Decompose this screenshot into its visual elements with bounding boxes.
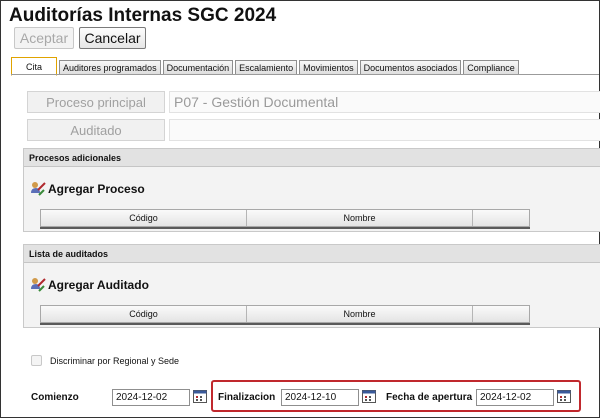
audited-grid-header: Código Nombre (40, 305, 530, 323)
audited-section: Lista de auditados Agregar Auditado Códi… (23, 244, 600, 328)
add-audited-label: Agregar Auditado (48, 278, 149, 292)
tab-documentos-asociados[interactable]: Documentos asociados (359, 60, 462, 75)
tab-auditores-programados[interactable]: Auditores programados (59, 60, 161, 75)
tab-escalamiento[interactable]: Escalamiento (235, 60, 298, 75)
cancel-button[interactable]: Cancelar (79, 27, 146, 49)
end-date-input[interactable]: 2024-12-10 (281, 389, 359, 406)
column-header-codigo[interactable]: Código (41, 306, 247, 322)
discriminate-row: Discriminar por Regional y Sede (31, 355, 179, 366)
tab-compliance[interactable]: Compliance (463, 60, 519, 75)
tab-documentacion[interactable]: Documentación (162, 60, 234, 75)
column-header-nombre[interactable]: Nombre (247, 306, 473, 322)
tab-divider (11, 74, 599, 75)
audited-section-title: Lista de auditados (24, 245, 600, 263)
tab-bar: Cita Auditores programados Documentación… (11, 57, 521, 76)
processes-grid-header: Código Nombre (40, 209, 530, 227)
add-audited-link[interactable]: Agregar Auditado (30, 277, 149, 293)
start-date-label: Comienzo (31, 392, 79, 403)
audited-field[interactable] (169, 119, 600, 141)
window: Auditorías Internas SGC 2024 Aceptar Can… (0, 0, 600, 418)
processes-section-title: Procesos adicionales (24, 149, 600, 167)
calendar-icon[interactable] (557, 389, 571, 403)
processes-grid-bottom (40, 227, 530, 229)
add-person-icon (31, 182, 46, 196)
audited-button[interactable]: Auditado (27, 119, 165, 141)
audited-grid-bottom (40, 323, 530, 325)
column-header-codigo[interactable]: Código (41, 210, 247, 226)
add-person-icon (31, 278, 46, 292)
page-title: Auditorías Internas SGC 2024 (9, 5, 277, 26)
open-date-input[interactable]: 2024-12-02 (476, 389, 554, 406)
accept-button[interactable]: Aceptar (14, 27, 74, 49)
tab-movimientos[interactable]: Movimientos (299, 60, 358, 75)
column-header-blank (473, 306, 529, 322)
add-process-label: Agregar Proceso (48, 182, 145, 196)
discriminate-checkbox[interactable] (31, 355, 42, 366)
process-main-field[interactable]: P07 - Gestión Documental (169, 91, 600, 113)
calendar-icon[interactable] (362, 389, 376, 403)
column-header-nombre[interactable]: Nombre (247, 210, 473, 226)
column-header-blank (473, 210, 529, 226)
processes-section: Procesos adicionales Agregar Proceso Cód… (23, 148, 600, 232)
end-date-label: Finalizacion (218, 392, 276, 403)
process-main-button[interactable]: Proceso principal (27, 91, 165, 113)
start-date-input[interactable]: 2024-12-02 (112, 389, 190, 406)
calendar-icon[interactable] (193, 389, 207, 403)
discriminate-label: Discriminar por Regional y Sede (50, 355, 180, 366)
open-date-label: Fecha de apertura (386, 392, 473, 403)
add-process-link[interactable]: Agregar Proceso (30, 181, 145, 197)
